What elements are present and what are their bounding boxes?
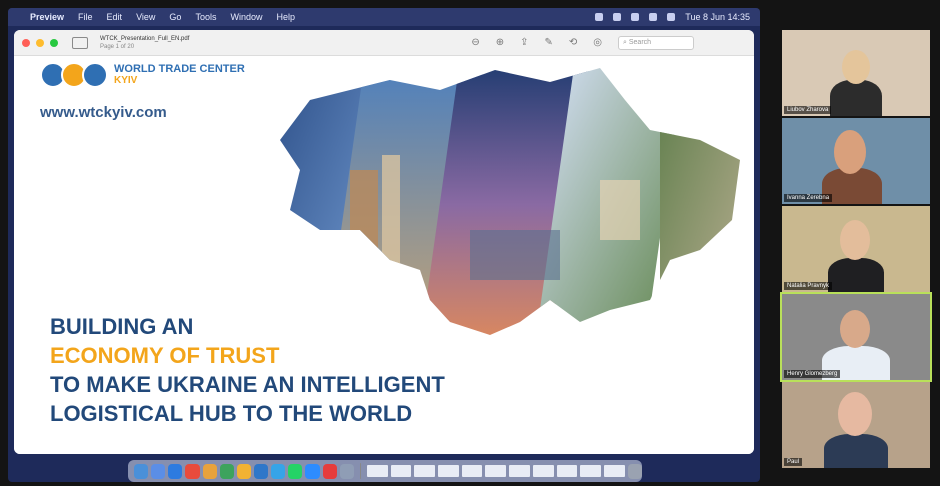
- logo-line2: KYIV: [114, 75, 138, 86]
- chrome-icon[interactable]: [236, 463, 251, 479]
- menu-app-name[interactable]: Preview: [30, 12, 64, 22]
- dock-window-thumbnail[interactable]: [414, 465, 435, 477]
- dock-window-thumbnail[interactable]: [580, 465, 602, 477]
- search-placeholder: Search: [628, 39, 652, 46]
- app-icon[interactable]: [322, 463, 337, 479]
- search-icon[interactable]: [667, 13, 676, 21]
- participant-name: Liubov Zharova: [784, 106, 832, 114]
- participant-tile[interactable]: Ivanna Zerebna: [782, 118, 930, 204]
- document-title: WTCK_Presentation_Full_EN.pdf Page 1 of …: [100, 35, 189, 51]
- menu-view[interactable]: View: [136, 12, 155, 22]
- participant-name: Paul: [784, 458, 803, 466]
- menu-file[interactable]: File: [78, 12, 93, 22]
- dock-window-thumbnail[interactable]: [366, 465, 388, 477]
- menubar-status-area: Tue 8 Jun 14:35: [595, 12, 760, 22]
- wifi-icon[interactable]: [631, 13, 640, 21]
- telegram-icon[interactable]: [271, 463, 286, 479]
- wtc-kyiv-logo: WORLD TRADE CENTER KYIV: [40, 62, 245, 88]
- finder-icon[interactable]: [134, 463, 149, 479]
- mac-dock: [128, 460, 642, 482]
- share-icon[interactable]: ⇪: [520, 37, 528, 48]
- rotate-icon[interactable]: ⟲: [569, 37, 577, 48]
- slide-headline: BUILDING AN ECONOMY OF TRUST TO MAKE UKR…: [50, 312, 445, 428]
- mac-menubar: Preview File Edit View Go Tools Window H…: [8, 8, 760, 26]
- headline-line1: BUILDING AN: [50, 314, 194, 339]
- zoom-window-button[interactable]: [50, 38, 58, 47]
- app-icon[interactable]: [185, 463, 200, 479]
- participant-tile[interactable]: Paul: [782, 382, 930, 468]
- trash-icon[interactable]: [627, 463, 642, 479]
- dock-window-thumbnail[interactable]: [485, 465, 507, 477]
- menubar-clock[interactable]: Tue 8 Jun 14:35: [685, 12, 750, 22]
- website-url: www.wtckyiv.com: [40, 104, 167, 121]
- shared-screen: Preview File Edit View Go Tools Window H…: [8, 8, 760, 482]
- headline-line2: ECONOMY OF TRUST: [50, 343, 280, 368]
- battery-icon[interactable]: [649, 13, 658, 21]
- markup-pen-icon[interactable]: ✎: [544, 37, 552, 48]
- menu-go[interactable]: Go: [169, 12, 181, 22]
- zoom-out-icon[interactable]: ⊖: [471, 37, 479, 48]
- ukraine-photo-map: [280, 68, 740, 335]
- close-window-button[interactable]: [22, 38, 30, 47]
- dock-window-thumbnail[interactable]: [532, 465, 554, 477]
- app-icon[interactable]: [219, 463, 234, 479]
- zoom-in-icon[interactable]: ⊕: [496, 37, 504, 48]
- participant-name: Henry Glomezberg: [784, 370, 841, 378]
- mail-icon[interactable]: [168, 463, 183, 479]
- dock-separator: [359, 463, 361, 479]
- preview-toolbar: WTCK_Presentation_Full_EN.pdf Page 1 of …: [14, 30, 754, 56]
- participant-tile-active-speaker[interactable]: Henry Glomezberg: [780, 292, 932, 382]
- zoom-icon[interactable]: [305, 463, 320, 479]
- status-icon[interactable]: [595, 13, 604, 21]
- dock-window-thumbnail[interactable]: [604, 465, 625, 477]
- minimize-window-button[interactable]: [36, 38, 44, 47]
- participant-name: Natalia Pravnyk: [784, 282, 833, 290]
- dock-window-thumbnail[interactable]: [509, 465, 530, 477]
- status-icon[interactable]: [613, 13, 622, 21]
- menu-window[interactable]: Window: [230, 12, 262, 22]
- annotate-icon[interactable]: ◎: [593, 37, 602, 48]
- logo-line1: WORLD TRADE CENTER: [114, 63, 245, 75]
- participant-tile[interactable]: Natalia Pravnyk: [782, 206, 930, 292]
- menu-edit[interactable]: Edit: [107, 12, 123, 22]
- dock-window-thumbnail[interactable]: [390, 465, 412, 477]
- headline-line4: LOGISTICAL HUB TO THE WORLD: [50, 401, 413, 426]
- dock-window-thumbnail[interactable]: [461, 465, 483, 477]
- search-input[interactable]: ⌕ Search: [618, 35, 694, 50]
- preview-window: WTCK_Presentation_Full_EN.pdf Page 1 of …: [14, 30, 754, 454]
- whatsapp-icon[interactable]: [288, 463, 303, 479]
- app-icon[interactable]: [339, 463, 354, 479]
- dock-window-thumbnail[interactable]: [556, 465, 578, 477]
- document-page-count: Page 1 of 20: [100, 43, 135, 50]
- logo-mark-icon: [40, 62, 108, 88]
- document-filename: WTCK_Presentation_Full_EN.pdf: [100, 35, 190, 42]
- app-icon[interactable]: [202, 463, 217, 479]
- menu-tools[interactable]: Tools: [195, 12, 216, 22]
- sidebar-toggle-icon[interactable]: [72, 36, 88, 49]
- toolbar-tools: ⊖ ⊕ ⇪ ✎ ⟲ ◎ ⌕ Search: [471, 35, 694, 50]
- app-icon[interactable]: [253, 463, 269, 479]
- menu-help[interactable]: Help: [276, 12, 295, 22]
- presentation-slide: WORLD TRADE CENTER KYIV www.wtckyiv.com: [14, 56, 754, 454]
- dock-window-thumbnail[interactable]: [437, 465, 459, 477]
- participant-tile[interactable]: Liubov Zharova: [782, 30, 930, 116]
- headline-line3: TO MAKE UKRAINE AN INTELLIGENT: [50, 372, 445, 397]
- participant-name: Ivanna Zerebna: [784, 194, 833, 202]
- safari-icon[interactable]: [151, 463, 166, 479]
